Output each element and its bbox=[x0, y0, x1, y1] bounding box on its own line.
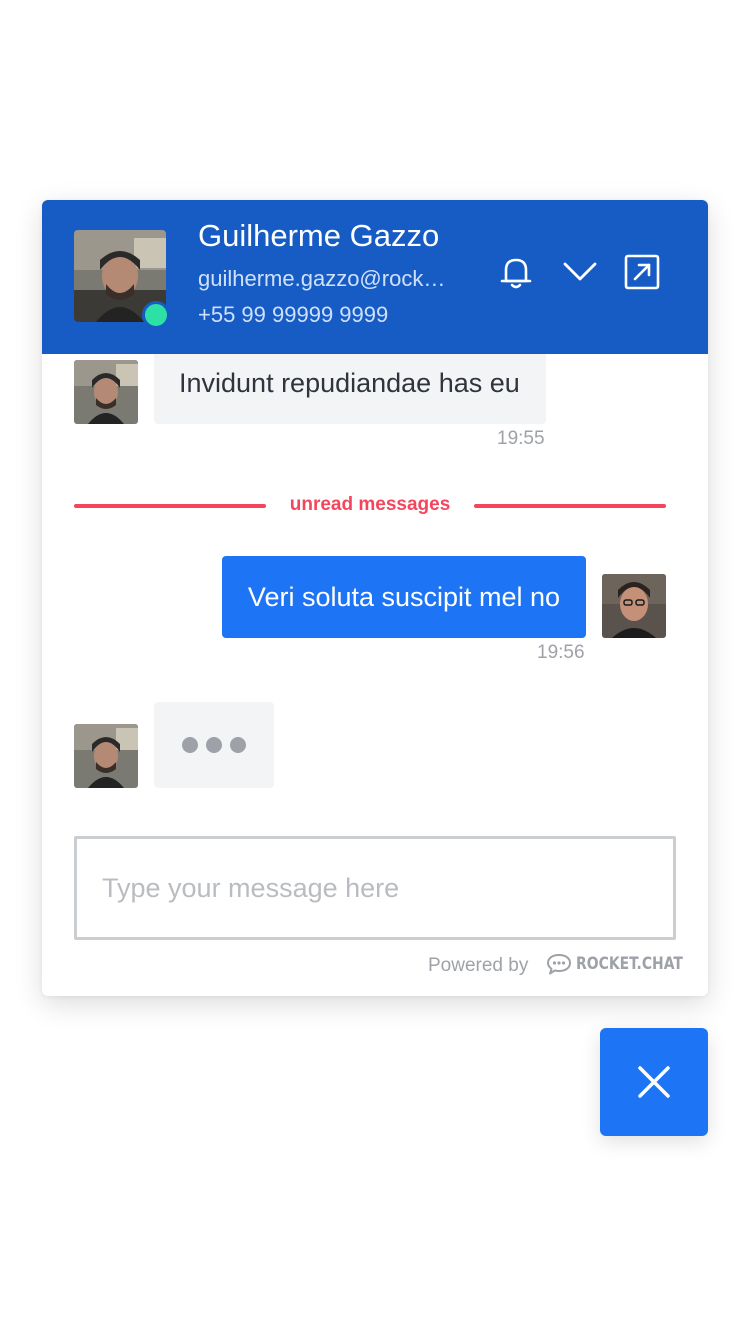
rocket-chat-logo[interactable]: ROCKET.CHAT bbox=[546, 953, 706, 975]
unread-separator-label: unread messages bbox=[289, 494, 451, 515]
separator-line-right bbox=[474, 504, 666, 508]
online-status-indicator bbox=[142, 301, 170, 329]
powered-by-label: Powered by bbox=[428, 955, 529, 976]
agent-phone: +55 99 99999 9999 bbox=[198, 302, 389, 327]
close-icon bbox=[638, 1066, 670, 1098]
notifications-button[interactable] bbox=[496, 252, 536, 292]
agent-avatar-container bbox=[74, 230, 170, 329]
outgoing-message-bubble: Veri soluta suscipit mel no bbox=[222, 556, 586, 638]
typing-dot bbox=[182, 737, 198, 753]
agent-typing-avatar bbox=[74, 724, 138, 788]
message-time: 19:56 bbox=[537, 642, 585, 663]
popout-button[interactable] bbox=[622, 252, 662, 292]
typing-indicator bbox=[154, 702, 274, 788]
popout-icon bbox=[624, 254, 660, 290]
bell-icon bbox=[500, 258, 532, 289]
rocket-chat-wordmark: ROCKET.CHAT bbox=[576, 954, 683, 974]
livechat-widget: Guilherme Gazzo guilherme.gazzo@rocket.c… bbox=[42, 200, 708, 996]
chevron-down-icon bbox=[563, 262, 597, 281]
close-chat-button[interactable] bbox=[600, 1028, 708, 1136]
message-time: 19:55 bbox=[497, 428, 545, 449]
agent-name: Guilherme Gazzo bbox=[198, 218, 440, 253]
chat-header: Guilherme Gazzo guilherme.gazzo@rocket.c… bbox=[42, 200, 708, 354]
message-input[interactable] bbox=[77, 839, 673, 937]
message-composer bbox=[74, 836, 676, 940]
user-message-avatar bbox=[602, 574, 666, 638]
rocket-chat-icon bbox=[547, 954, 571, 975]
minimize-button[interactable] bbox=[560, 252, 600, 292]
typing-dot bbox=[230, 737, 246, 753]
separator-line-left bbox=[74, 504, 266, 508]
incoming-message-bubble: Invidunt repudiandae has eu bbox=[154, 354, 546, 424]
agent-message-avatar bbox=[74, 360, 138, 424]
agent-email: guilherme.gazzo@rocket.chat bbox=[198, 266, 448, 291]
typing-dot bbox=[206, 737, 222, 753]
